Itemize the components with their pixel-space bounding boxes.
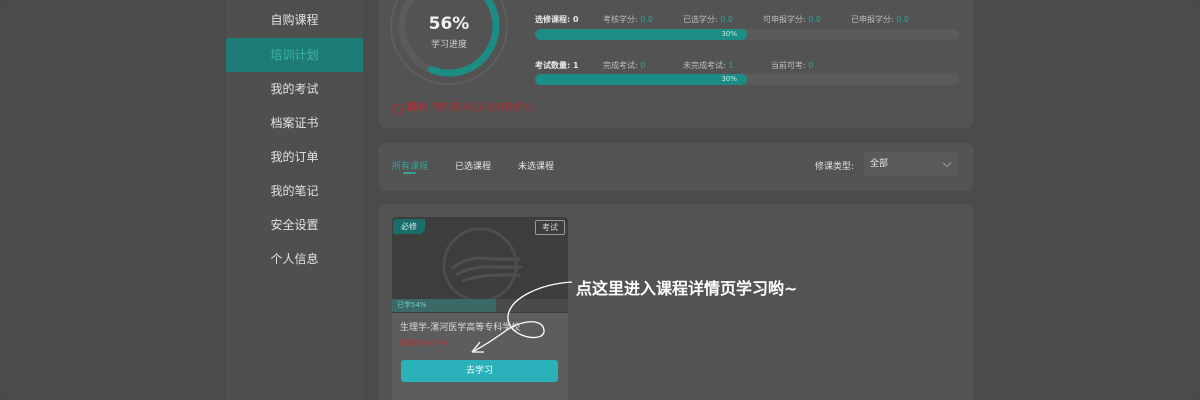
tip-label: 提示: bbox=[407, 103, 429, 113]
sidebar-item-my-notes[interactable]: 我的笔记 bbox=[226, 174, 363, 208]
exam-progress-text: 30% bbox=[721, 75, 737, 83]
sidebar-item-training-plan[interactable]: 培训计划 bbox=[226, 38, 363, 72]
exam-progress-bar: 30% bbox=[535, 74, 959, 85]
exam-badge: 考试 bbox=[535, 220, 565, 235]
required-badge: 必修 bbox=[393, 219, 425, 234]
sidebar-item-my-exams[interactable]: 我的考试 bbox=[226, 72, 363, 106]
tab-selected-courses[interactable]: 已选课程 bbox=[455, 159, 491, 172]
course-progress-text: 已学54% bbox=[397, 301, 427, 309]
elective-progress-bar: 30% bbox=[535, 29, 959, 40]
exam-progress-fill: 30% bbox=[535, 74, 747, 85]
selected-credit: 已选学分: 0.0 bbox=[683, 15, 733, 24]
guide-arrow-icon bbox=[471, 281, 573, 353]
overlay-frame: 自购课程 培训计划 我的考试 档案证书 我的订单 我的笔记 安全设置 个人信息 … bbox=[0, 0, 1200, 400]
elective-stats: 选修课程: 0 考核学分: 0.0 已选学分: 0.0 可申报学分: 0.0 已… bbox=[535, 14, 955, 28]
applied-credit: 已申报学分: 0.0 bbox=[851, 15, 909, 24]
elective-progress-text: 30% bbox=[721, 30, 737, 38]
progress-ring: 56% 学习进度 bbox=[388, 0, 510, 92]
sidebar: 自购课程 培训计划 我的考试 档案证书 我的订单 我的笔记 安全设置 个人信息 bbox=[226, 0, 363, 400]
exam-count-label: 考试数量: 1 bbox=[535, 61, 579, 70]
sidebar-item-certificates[interactable]: 档案证书 bbox=[226, 106, 363, 140]
course-credit: 国家I类5.0学分 bbox=[400, 339, 449, 347]
elective-label: 选修课程: 0 bbox=[535, 15, 579, 24]
course-type-value: 全部 bbox=[870, 159, 889, 169]
warning-icon: ! bbox=[392, 104, 403, 115]
progress-percent: 56% bbox=[428, 14, 470, 34]
sidebar-item-self-purchased[interactable]: 自购课程 bbox=[226, 0, 363, 38]
tip-text: 您的选课已到达考核学分。 bbox=[432, 103, 541, 113]
course-type-label: 修课类型: bbox=[815, 162, 855, 172]
course-type-select[interactable]: 全部 bbox=[864, 152, 958, 176]
completed-exams: 完成考试: 0 bbox=[603, 61, 646, 70]
required-credit: 考核学分: 0.0 bbox=[603, 15, 653, 24]
sidebar-item-my-orders[interactable]: 我的订单 bbox=[226, 140, 363, 174]
sidebar-item-security[interactable]: 安全设置 bbox=[226, 208, 363, 242]
tab-all-courses[interactable]: 所有课程 bbox=[392, 159, 428, 172]
applicable-credit: 可申报学分: 0.0 bbox=[763, 15, 821, 24]
tip-message: ! 提示: 您的选课已到达考核学分。 bbox=[392, 100, 541, 115]
chevron-down-icon bbox=[942, 158, 952, 168]
tab-unselected-courses[interactable]: 未选课程 bbox=[518, 159, 554, 172]
elective-progress-fill: 30% bbox=[535, 29, 747, 40]
sidebar-item-profile[interactable]: 个人信息 bbox=[226, 242, 363, 276]
available-exams: 当前可考: 0 bbox=[771, 61, 814, 70]
exam-stats: 考试数量: 1 完成考试: 0 未完成考试: 1 当前可考: 0 bbox=[535, 60, 955, 74]
progress-label: 学习进度 bbox=[430, 40, 467, 50]
uncompleted-exams: 未完成考试: 1 bbox=[683, 61, 734, 70]
active-tab-indicator bbox=[403, 172, 416, 174]
